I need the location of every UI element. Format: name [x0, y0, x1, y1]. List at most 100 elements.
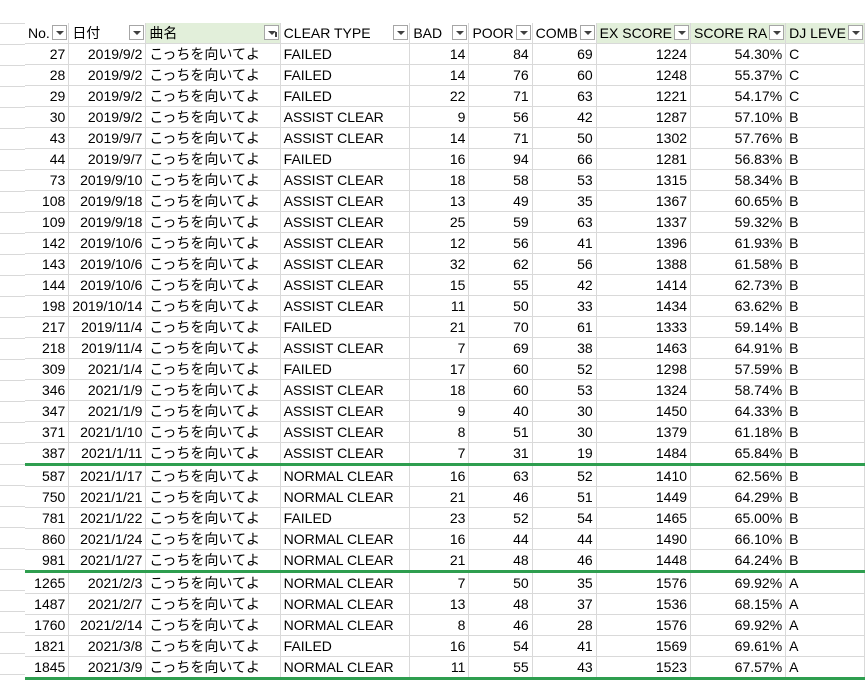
- cell-no[interactable]: 44: [25, 148, 70, 170]
- cell-clear-type[interactable]: ASSIST CLEAR: [280, 169, 411, 191]
- cell-poor[interactable]: 48: [468, 593, 533, 615]
- cell-comb[interactable]: 52: [532, 358, 597, 380]
- cell-ex-score[interactable]: 1367: [596, 190, 692, 212]
- cell-date[interactable]: 2019/11/4: [68, 316, 147, 338]
- cell-score-rate[interactable]: 64.24%: [690, 549, 787, 573]
- cell-dj-level[interactable]: A: [785, 571, 865, 594]
- cell-song[interactable]: こっちを向いてよ: [145, 656, 281, 680]
- cell-score-rate[interactable]: 63.62%: [690, 295, 787, 317]
- cell-clear-type[interactable]: NORMAL CLEAR: [280, 593, 411, 615]
- cell-poor[interactable]: 56: [468, 106, 533, 128]
- cell-poor[interactable]: 48: [468, 549, 533, 573]
- cell-ex-score[interactable]: 1281: [596, 148, 692, 170]
- cell-score-rate[interactable]: 58.74%: [690, 379, 787, 401]
- cell-song[interactable]: こっちを向いてよ: [145, 127, 281, 149]
- cell-bad[interactable]: 9: [409, 400, 470, 422]
- cell-clear-type[interactable]: FAILED: [280, 635, 411, 657]
- cell-ex-score[interactable]: 1449: [596, 486, 692, 508]
- cell-clear-type[interactable]: FAILED: [280, 148, 411, 170]
- cell-dj-level[interactable]: B: [785, 442, 865, 466]
- cell-bad[interactable]: 16: [409, 464, 470, 487]
- cell-clear-type[interactable]: FAILED: [280, 64, 411, 86]
- cell-poor[interactable]: 58: [468, 169, 533, 191]
- cell-no[interactable]: 143: [25, 253, 70, 275]
- cell-ex-score[interactable]: 1379: [596, 421, 692, 443]
- cell-song[interactable]: こっちを向いてよ: [145, 85, 281, 107]
- cell-clear-type[interactable]: ASSIST CLEAR: [280, 337, 411, 359]
- cell-date[interactable]: 2021/1/27: [68, 549, 147, 573]
- cell-bad[interactable]: 13: [409, 593, 470, 615]
- cell-score-rate[interactable]: 64.33%: [690, 400, 787, 422]
- cell-song[interactable]: こっちを向いてよ: [145, 593, 281, 615]
- cell-score-rate[interactable]: 61.93%: [690, 232, 787, 254]
- cell-clear-type[interactable]: ASSIST CLEAR: [280, 274, 411, 296]
- cell-dj-level[interactable]: B: [785, 379, 865, 401]
- cell-date[interactable]: 2021/1/17: [68, 464, 147, 487]
- cell-dj-level[interactable]: B: [785, 421, 865, 443]
- cell-song[interactable]: こっちを向いてよ: [145, 571, 281, 594]
- cell-bad[interactable]: 18: [409, 169, 470, 191]
- cell-comb[interactable]: 42: [532, 274, 597, 296]
- cell-song[interactable]: こっちを向いてよ: [145, 528, 281, 550]
- cell-ex-score[interactable]: 1248: [596, 64, 692, 86]
- cell-dj-level[interactable]: B: [785, 169, 865, 191]
- cell-poor[interactable]: 46: [468, 614, 533, 636]
- cell-dj-level[interactable]: C: [785, 43, 865, 65]
- cell-score-rate[interactable]: 64.29%: [690, 486, 787, 508]
- filter-active-icon[interactable]: [263, 25, 279, 40]
- cell-clear-type[interactable]: NORMAL CLEAR: [280, 656, 411, 680]
- cell-date[interactable]: 2021/1/9: [68, 400, 147, 422]
- cell-poor[interactable]: 55: [468, 274, 533, 296]
- cell-poor[interactable]: 94: [468, 148, 533, 170]
- cell-poor[interactable]: 59: [468, 211, 533, 233]
- cell-date[interactable]: 2021/2/3: [68, 571, 147, 594]
- cell-clear-type[interactable]: ASSIST CLEAR: [280, 190, 411, 212]
- cell-bad[interactable]: 12: [409, 232, 470, 254]
- cell-clear-type[interactable]: ASSIST CLEAR: [280, 106, 411, 128]
- cell-comb[interactable]: 51: [532, 486, 597, 508]
- filter-dropdown-icon[interactable]: [515, 25, 531, 40]
- cell-date[interactable]: 2021/1/11: [68, 442, 147, 466]
- cell-score-rate[interactable]: 58.34%: [690, 169, 787, 191]
- cell-bad[interactable]: 7: [409, 442, 470, 466]
- cell-score-rate[interactable]: 57.10%: [690, 106, 787, 128]
- cell-comb[interactable]: 42: [532, 106, 597, 128]
- cell-bad[interactable]: 21: [409, 549, 470, 573]
- cell-ex-score[interactable]: 1388: [596, 253, 692, 275]
- cell-song[interactable]: こっちを向いてよ: [145, 421, 281, 443]
- cell-date[interactable]: 2019/9/2: [68, 85, 147, 107]
- cell-song[interactable]: こっちを向いてよ: [145, 442, 281, 466]
- cell-comb[interactable]: 43: [532, 656, 597, 680]
- cell-clear-type[interactable]: FAILED: [280, 358, 411, 380]
- cell-bad[interactable]: 25: [409, 211, 470, 233]
- cell-bad[interactable]: 21: [409, 486, 470, 508]
- cell-score-rate[interactable]: 62.73%: [690, 274, 787, 296]
- filter-dropdown-icon[interactable]: [129, 25, 145, 40]
- cell-bad[interactable]: 22: [409, 85, 470, 107]
- filter-dropdown-icon[interactable]: [393, 25, 409, 40]
- cell-score-rate[interactable]: 68.15%: [690, 593, 787, 615]
- cell-clear-type[interactable]: NORMAL CLEAR: [280, 549, 411, 573]
- cell-song[interactable]: こっちを向いてよ: [145, 211, 281, 233]
- cell-ex-score[interactable]: 1569: [596, 635, 692, 657]
- cell-clear-type[interactable]: FAILED: [280, 85, 411, 107]
- cell-bad[interactable]: 11: [409, 656, 470, 680]
- cell-score-rate[interactable]: 69.92%: [690, 614, 787, 636]
- cell-dj-level[interactable]: B: [785, 486, 865, 508]
- cell-song[interactable]: こっちを向いてよ: [145, 316, 281, 338]
- cell-ex-score[interactable]: 1523: [596, 656, 692, 680]
- cell-ex-score[interactable]: 1315: [596, 169, 692, 191]
- cell-score-rate[interactable]: 57.76%: [690, 127, 787, 149]
- cell-bad[interactable]: 16: [409, 148, 470, 170]
- cell-score-rate[interactable]: 65.84%: [690, 442, 787, 466]
- cell-poor[interactable]: 49: [468, 190, 533, 212]
- cell-dj-level[interactable]: C: [785, 85, 865, 107]
- cell-song[interactable]: こっちを向いてよ: [145, 253, 281, 275]
- cell-poor[interactable]: 76: [468, 64, 533, 86]
- cell-comb[interactable]: 37: [532, 593, 597, 615]
- cell-ex-score[interactable]: 1410: [596, 464, 692, 487]
- cell-bad[interactable]: 14: [409, 43, 470, 65]
- cell-comb[interactable]: 53: [532, 169, 597, 191]
- cell-bad[interactable]: 32: [409, 253, 470, 275]
- cell-dj-level[interactable]: A: [785, 593, 865, 615]
